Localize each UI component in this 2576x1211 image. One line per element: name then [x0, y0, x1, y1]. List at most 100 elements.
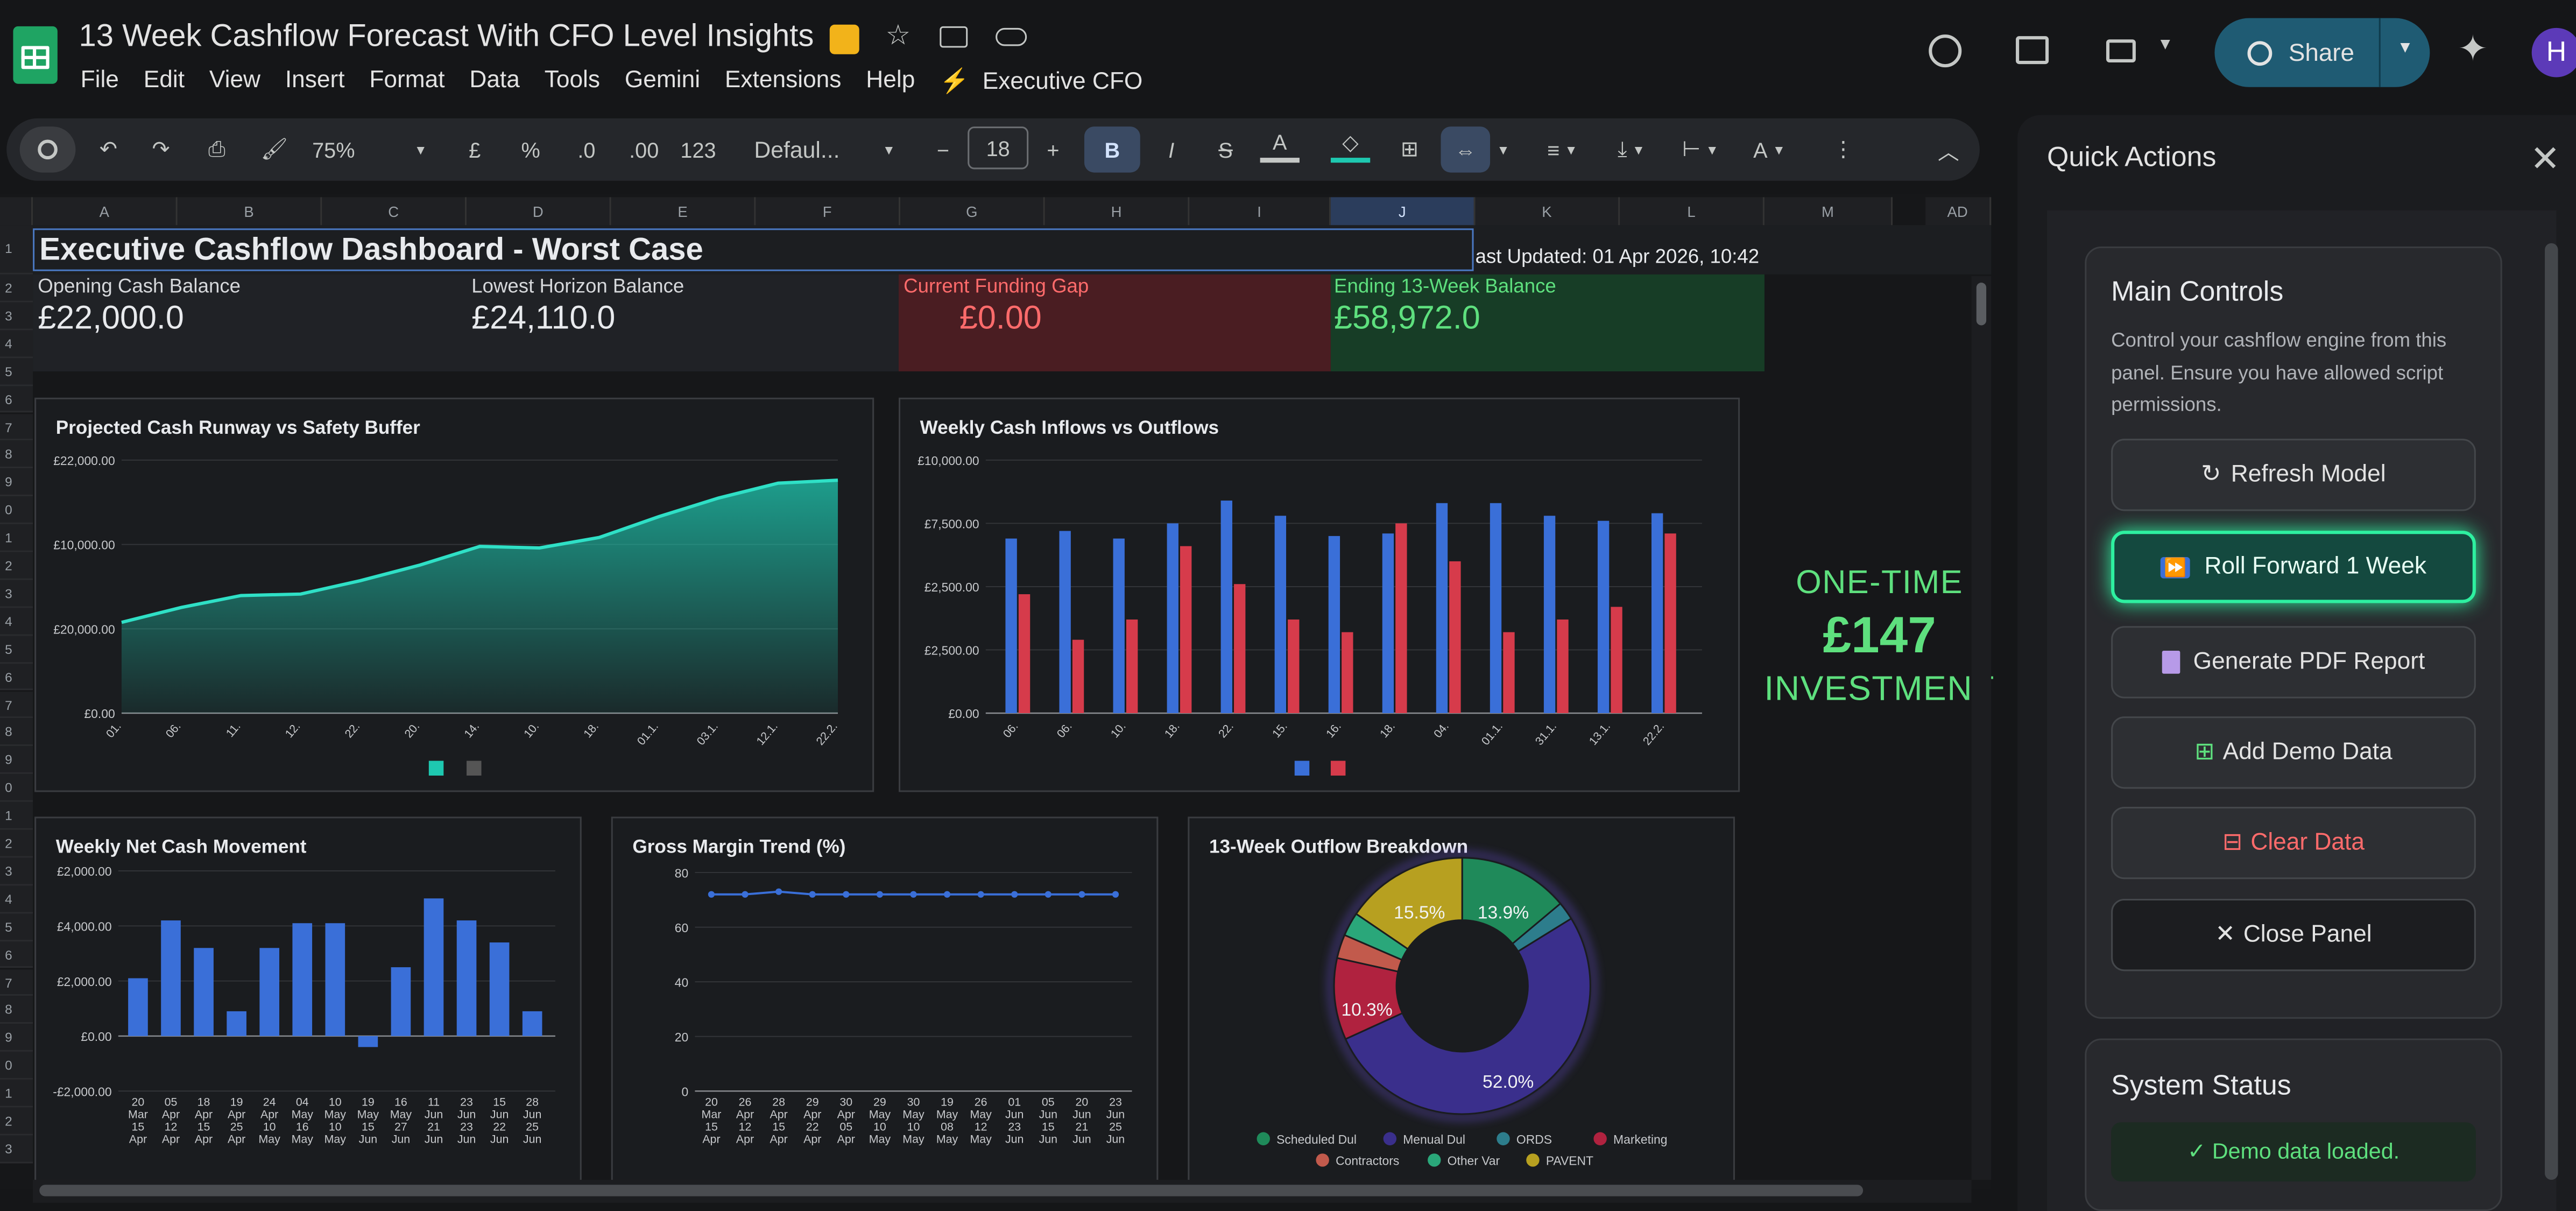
menu-help[interactable]: Help [866, 67, 915, 95]
gemini-icon[interactable]: ✦ [2458, 28, 2488, 71]
text-rotation-icon[interactable]: A ▼ [1741, 126, 1797, 172]
row-header[interactable]: 4 [0, 885, 33, 913]
row-header[interactable]: 5 [0, 635, 33, 664]
more-options-icon[interactable]: ⋮ [1830, 126, 1857, 172]
decrease-decimal-button[interactable]: .0 [565, 126, 608, 172]
borders-icon[interactable]: ⊞ [1390, 126, 1429, 172]
column-header-k[interactable]: K [1475, 197, 1620, 226]
row-header[interactable]: 6 [0, 941, 33, 969]
font-size-decrease-button[interactable]: − [927, 126, 959, 172]
chart-card-gross-margin[interactable]: Gross Margin Trend (%) 80 60 40 20 0 20 Mar 15 A… [611, 816, 1159, 1182]
add-demo-data-button[interactable]: ⊞ Add Demo Data [2111, 716, 2476, 789]
collapse-toolbar-icon[interactable]: ︿ [1929, 126, 1968, 172]
font-select[interactable]: Defaul... ▼ [754, 126, 895, 172]
print-icon[interactable]: ⎙ [197, 126, 236, 172]
comments-icon[interactable] [2016, 36, 2049, 65]
column-header-ad[interactable]: AD [1925, 197, 1992, 226]
menu-gemini[interactable]: Gemini [625, 67, 700, 95]
row-header[interactable]: 1 [0, 802, 33, 830]
meet-icon[interactable] [2106, 39, 2136, 63]
row-header[interactable]: 9 [0, 746, 33, 775]
generate-pdf-button[interactable]: Generate PDF Report [2111, 626, 2476, 699]
undo-icon[interactable]: ↶ [92, 126, 125, 172]
row-header[interactable]: 7 [0, 691, 33, 719]
chart-card-inflows-outflows[interactable]: Weekly Cash Inflows vs Outflows £10,000.… [898, 397, 1740, 792]
row-header[interactable]: 9 [0, 1024, 33, 1052]
row-header[interactable]: 3 [0, 857, 33, 885]
move-folder-icon[interactable] [940, 26, 968, 48]
share-dropdown-icon[interactable]: ▼ [2397, 39, 2413, 58]
format-currency-button[interactable]: £ [458, 126, 491, 172]
text-wrapping-icon[interactable]: ⊢ ▼ [1672, 126, 1728, 172]
column-header-i[interactable]: I [1189, 197, 1331, 226]
chevron-down-icon[interactable]: ▼ [2157, 36, 2173, 54]
column-header-c[interactable]: C [322, 197, 467, 226]
row-header[interactable]: 4 [0, 330, 33, 358]
menu-data[interactable]: Data [469, 67, 520, 95]
column-header-d[interactable]: D [467, 197, 611, 226]
row-header[interactable]: 0 [0, 496, 33, 525]
font-size-increase-button[interactable]: + [1036, 126, 1069, 172]
row-header[interactable]: 7 [0, 413, 33, 441]
column-header-m[interactable]: M [1764, 197, 1893, 226]
close-panel-button[interactable]: ✕ Close Panel [2111, 898, 2476, 971]
share-button[interactable]: Share ▼ [2214, 18, 2430, 87]
document-title[interactable]: 13 Week Cashflow Forecast With CFO Level… [79, 20, 814, 56]
row-header[interactable]: 0 [0, 1052, 33, 1080]
menu-file[interactable]: File [81, 67, 119, 95]
vertical-scrollbar-thumb[interactable] [1976, 283, 1987, 326]
row-header[interactable]: 1 [0, 225, 33, 274]
row-header[interactable]: 1 [0, 1080, 33, 1108]
clear-data-button[interactable]: ⊟ Clear Data [2111, 807, 2476, 879]
close-icon[interactable]: ✕ [2530, 138, 2560, 180]
refresh-model-button[interactable]: ↻ Refresh Model [2111, 439, 2476, 511]
zoom-select[interactable]: 75% ▼ [312, 126, 427, 172]
merge-cells-icon[interactable]: ⇔ [1441, 126, 1491, 173]
menu-view[interactable]: View [209, 67, 260, 95]
row-header[interactable]: 2 [0, 274, 33, 302]
text-color-button[interactable]: A [1260, 126, 1300, 163]
column-header-b[interactable]: B [177, 197, 322, 226]
format-percent-button[interactable]: % [513, 126, 549, 172]
row-header[interactable]: 1 [0, 524, 33, 552]
search-menus-icon[interactable] [19, 126, 76, 173]
redo-icon[interactable]: ↷ [145, 126, 178, 172]
paint-format-icon[interactable]: 🖌 [255, 126, 294, 172]
sheets-logo[interactable] [13, 26, 58, 84]
column-header-f[interactable]: F [756, 197, 901, 226]
column-header-g[interactable]: G [900, 197, 1045, 226]
horizontal-align-icon[interactable]: ≡ ▼ [1535, 126, 1591, 172]
horizontal-scrollbar-thumb[interactable] [39, 1185, 1864, 1196]
column-header-l[interactable]: L [1620, 197, 1765, 226]
menu-executive-cfo[interactable]: ⚡ Executive CFO [940, 67, 1167, 95]
bold-button[interactable]: B [1084, 126, 1140, 173]
row-header[interactable]: 4 [0, 607, 33, 636]
avatar[interactable]: H [2531, 27, 2576, 78]
column-header-h[interactable]: H [1044, 197, 1190, 226]
row-header[interactable]: 7 [0, 968, 33, 997]
chart-card-net-movement[interactable]: Weekly Net Cash Movement £2,000.00 £4,000… [34, 816, 582, 1182]
cloud-saved-icon[interactable] [996, 27, 1027, 46]
italic-button[interactable]: I [1152, 126, 1191, 172]
apps-script-icon[interactable] [829, 24, 859, 54]
row-header[interactable]: 2 [0, 1107, 33, 1136]
vertical-align-icon[interactable]: ⤓ ▼ [1604, 126, 1660, 172]
menu-edit[interactable]: Edit [144, 67, 185, 95]
roll-forward-button[interactable]: ⏩ Roll Forward 1 Week [2111, 531, 2476, 603]
chart-card-runway[interactable]: Projected Cash Runway vs Safety Buffer £… [34, 397, 874, 792]
row-header[interactable]: 8 [0, 441, 33, 469]
star-icon[interactable]: ☆ [886, 20, 911, 53]
menu-extensions[interactable]: Extensions [725, 67, 842, 95]
row-header[interactable]: 8 [0, 719, 33, 747]
menu-insert[interactable]: Insert [285, 67, 345, 95]
strikethrough-button[interactable]: S [1206, 126, 1245, 172]
increase-decimal-button[interactable]: .00 [621, 126, 667, 172]
row-header[interactable]: 0 [0, 774, 33, 802]
row-header[interactable]: 2 [0, 829, 33, 858]
vertical-scrollbar[interactable] [1971, 276, 1992, 1180]
chart-card-outflow-breakdown[interactable]: 13-Week Outflow Breakdown 13.9% 52.0% 10.3… [1188, 816, 1735, 1182]
fill-color-icon[interactable]: ◇ [1330, 126, 1371, 163]
row-header[interactable]: 9 [0, 469, 33, 497]
row-header[interactable]: 8 [0, 996, 33, 1024]
row-header[interactable]: 2 [0, 552, 33, 580]
